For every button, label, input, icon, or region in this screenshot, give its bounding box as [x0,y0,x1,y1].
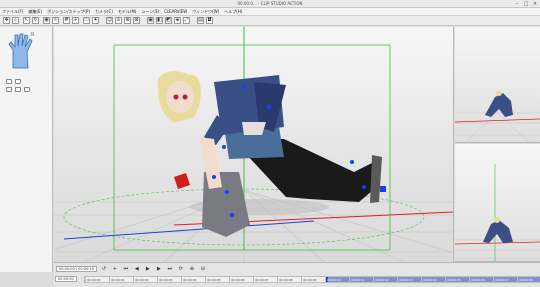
timeline-tick: 00:00:18 [517,277,533,283]
timeline-ruler[interactable]: 00:00:00 00:00:01 00:00:02 00:00:03 00:0… [84,276,540,283]
side-view-top-canvas [455,90,540,142]
hand-preset-open-icon[interactable] [6,79,12,84]
view-persp-icon[interactable]: ◈ [174,17,181,24]
svg-text:R: R [31,32,35,38]
light-icon[interactable]: ☼ [52,17,59,24]
hand-preset-point-icon[interactable] [6,87,12,92]
menu-clearview[interactable]: CLEARVIEW [164,9,187,14]
ik-handle-blue[interactable] [380,186,386,192]
view-top-icon[interactable]: ◩ [165,17,172,24]
zoom-in-timeline-icon[interactable]: ⊕ [188,266,196,272]
close-icon[interactable]: × [532,1,538,7]
timeline-tick: 00:00:06 [229,277,245,283]
menu-file[interactable]: ファイル(F) [2,9,23,15]
window-title: 00:00:0… - CLIP STUDIO ACTION [237,1,303,6]
prev-frame-icon[interactable]: ◀ [133,266,141,272]
timeline-tick: 00:00:08 [277,277,293,283]
menu-position[interactable]: ポジション/ステップ(P) [47,9,90,15]
bone-icon[interactable]: ✦ [92,17,99,24]
render-icon[interactable]: ▤ [197,17,204,24]
menu-scene[interactable]: シーン(S) [141,9,158,15]
timeline-tick: 00:00:07 [253,277,269,283]
timeline-panel: 00:00:00 / 00:00:10 ↺ + ⏮ ◀ ▶ ▶ ⏭ ⟳ ⊕ ⊖ … [54,262,540,287]
timeline-tick: 00:00:09 [301,277,317,283]
view-front-icon[interactable]: ▣ [147,17,154,24]
grid-icon[interactable]: # [63,17,70,24]
menu-help[interactable]: ヘルプ(H) [224,9,242,15]
timeline-tick: 00:00:01 [109,277,125,283]
snapshot-icon[interactable]: ◘ [206,17,213,24]
add-key-icon[interactable]: + [111,266,119,272]
repeat-icon[interactable]: ⟳ [177,266,185,272]
minimize-icon[interactable]: – [514,1,520,7]
time-range-field[interactable]: 00:00:00 / 00:00:10 [56,266,97,272]
menu-bar: ファイル(F) 編集(E) ポジション/ステップ(P) カメラ(C) モデル(M… [0,8,540,16]
z-axis-line [63,220,315,240]
view-fit-icon[interactable]: ⤢ [183,17,190,24]
menu-window[interactable]: ウィンドウ(W) [192,9,219,15]
menu-edit[interactable]: 編集(E) [28,9,42,15]
character-model[interactable] [157,71,382,237]
hand-preset-row-2 [6,87,30,92]
timeline-tick: 00:00:10 [325,277,341,283]
frame-icon[interactable]: ▭ [83,17,90,24]
menu-camera[interactable]: カメラ(C) [95,9,113,15]
hand-pose-icon[interactable]: R [4,30,42,70]
scene-canvas[interactable] [54,27,454,262]
window-controls: – □ × [514,1,538,7]
next-frame-icon[interactable]: ▶ [155,266,163,272]
hand-preset-fist-icon[interactable] [15,79,21,84]
timeline-tick: 00:00:16 [469,277,485,283]
view-side-icon[interactable]: ◧ [156,17,163,24]
timeline-tick: 00:00:05 [205,277,221,283]
timeline-tick: 00:00:11 [349,277,365,283]
main-3d-viewport[interactable] [54,27,454,262]
last-frame-icon[interactable]: ⏭ [166,266,174,272]
timeline-tick: 00:00:00 [85,277,101,283]
axis-icon[interactable]: + [72,17,79,24]
side-view-bottom[interactable] [455,144,540,262]
title-bar: 00:00:0… - CLIP STUDIO ACTION – □ × [0,0,540,8]
timeline-tick: 00:00:14 [421,277,437,283]
loop-icon[interactable]: ↺ [100,266,108,272]
first-frame-icon[interactable]: ⏮ [122,266,130,272]
timeline-tick: 00:00:15 [445,277,461,283]
maximize-icon[interactable]: □ [523,1,529,7]
timeline-tick: 00:00:13 [397,277,413,283]
tool-panel: R [0,27,53,272]
timeline-tick: 00:00:02 [133,277,149,283]
side-view-top[interactable] [455,27,540,143]
select-icon[interactable]: ↖ [23,17,30,24]
play-icon[interactable]: ▶ [144,266,152,272]
pose-icon[interactable]: ♙ [115,17,122,24]
side-view-bottom-canvas [455,164,540,261]
figure-icon[interactable]: ☺ [106,17,113,24]
zoom-icon[interactable]: ⌕ [12,17,19,24]
hand-preset-row [6,79,21,84]
timeline-tick: 00:00:12 [373,277,389,283]
timeline-tick: 00:00:03 [157,277,173,283]
ik-icon[interactable]: ⊕ [124,17,131,24]
timeline-controls: 00:00:00 / 00:00:10 ↺ + ⏮ ◀ ▶ ▶ ⏭ ⟳ ⊕ ⊖ [54,264,540,274]
app-window: 00:00:0… - CLIP STUDIO ACTION – □ × ファイル… [0,0,540,287]
camera-icon[interactable]: ◉ [43,17,50,24]
timeline-tick: 00:00:04 [181,277,197,283]
zoom-out-timeline-icon[interactable]: ⊖ [199,266,207,272]
hand-preset-grip-icon[interactable] [24,87,30,92]
fk-icon[interactable]: ⊗ [133,17,140,24]
rotate-icon[interactable]: ↻ [32,17,39,24]
hand-preset-peace-icon[interactable] [15,87,21,92]
move-icon[interactable]: ✥ [3,17,10,24]
toolbar: ✥ ⌕ ↖ ↻ ◉ ☼ # + ▭ ✦ ☺ ♙ ⊕ ⊗ ▣ ◧ ◩ ◈ ⤢ ▤ … [0,16,540,26]
current-frame-field[interactable]: 00:00:00 [55,276,77,282]
timeline-tick: 00:00:17 [493,277,509,283]
menu-model[interactable]: モデル(M) [118,9,137,15]
